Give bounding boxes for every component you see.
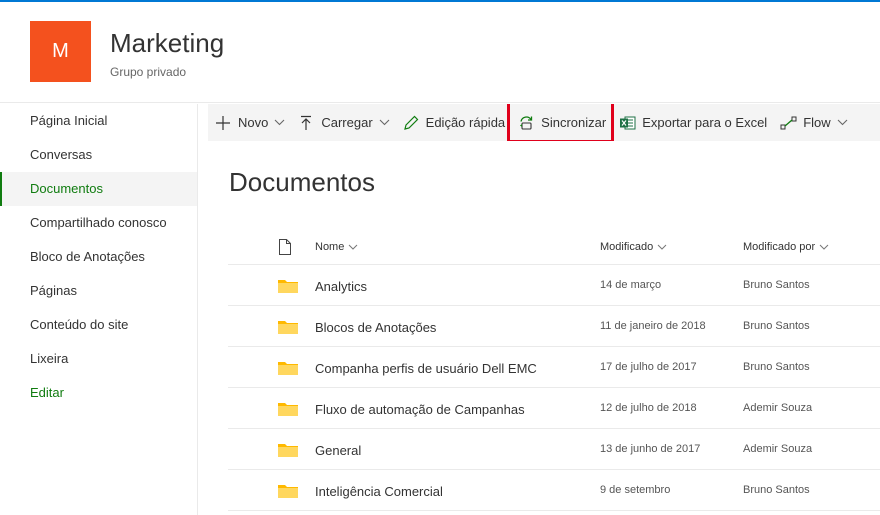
row-modified: 9 de setembro xyxy=(600,484,671,496)
page-title: Documentos xyxy=(229,167,375,197)
folder-icon xyxy=(278,279,298,298)
nav-item-notebook[interactable]: Bloco de Anotações xyxy=(0,240,197,274)
quick-edit-button-label: Edição rápida xyxy=(425,115,506,130)
nav-item-recycle-bin[interactable]: Lixeira xyxy=(0,342,197,376)
file-type-icon[interactable] xyxy=(278,239,292,258)
list-row[interactable]: Blocos de Anotações 11 de janeiro de 201… xyxy=(228,306,880,347)
upload-button[interactable]: Carregar xyxy=(291,104,395,141)
export-to-excel-label: Exportar para o Excel xyxy=(642,115,768,130)
row-modified-by: Ademir Souza xyxy=(743,402,813,414)
row-name[interactable]: Fluxo de automação de Campanhas xyxy=(315,402,525,417)
document-list: Nome Modificado Modificado por Analytics… xyxy=(228,226,880,511)
quick-edit-button[interactable]: Edição rápida xyxy=(396,104,512,141)
row-modified: 11 de janeiro de 2018 xyxy=(600,320,706,332)
new-button[interactable]: Novo xyxy=(208,104,291,141)
export-to-excel-button[interactable]: Exportar para o Excel xyxy=(612,104,773,141)
row-modified-by: Bruno Santos xyxy=(743,361,810,373)
column-header-name-label: Nome xyxy=(315,241,345,253)
nav-item-home[interactable]: Página Inicial xyxy=(0,104,197,138)
excel-icon xyxy=(618,114,636,132)
chevron-down-icon xyxy=(819,244,829,250)
nav-item-conversations[interactable]: Conversas xyxy=(0,138,197,172)
site-logo[interactable]: M xyxy=(30,21,91,82)
list-row[interactable]: Fluxo de automação de Campanhas 12 de ju… xyxy=(228,388,880,429)
folder-icon xyxy=(278,443,298,462)
sync-icon xyxy=(517,114,535,132)
flow-icon xyxy=(779,114,797,132)
nav-item-pages[interactable]: Páginas xyxy=(0,274,197,308)
row-name[interactable]: Blocos de Anotações xyxy=(315,320,436,335)
upload-icon xyxy=(297,114,315,132)
column-header-modified-label: Modificado xyxy=(600,241,654,253)
row-modified: 17 de julho de 2017 xyxy=(600,361,697,373)
nav-edit-link[interactable]: Editar xyxy=(0,376,197,410)
list-row[interactable]: Inteligência Comercial 9 de setembro Bru… xyxy=(228,470,880,511)
pencil-icon xyxy=(402,114,420,132)
column-header-name[interactable]: Nome xyxy=(315,241,358,253)
row-modified-by: Bruno Santos xyxy=(743,484,810,496)
folder-icon xyxy=(278,402,298,421)
site-title[interactable]: Marketing xyxy=(110,28,224,59)
row-modified-by: Bruno Santos xyxy=(743,279,810,291)
row-name[interactable]: Analytics xyxy=(315,279,367,294)
row-modified: 12 de julho de 2018 xyxy=(600,402,697,414)
folder-icon xyxy=(278,320,298,339)
sync-button-label: Sincronizar xyxy=(541,115,607,130)
chevron-down-icon xyxy=(348,244,358,250)
column-header-modified[interactable]: Modificado xyxy=(600,241,667,253)
flow-button[interactable]: Flow xyxy=(773,104,853,141)
row-name[interactable]: Companha perfis de usuário Dell EMC xyxy=(315,361,537,376)
nav-item-site-contents[interactable]: Conteúdo do site xyxy=(0,308,197,342)
sync-button[interactable]: Sincronizar xyxy=(507,104,615,141)
row-name[interactable]: General xyxy=(315,443,361,458)
chevron-down-icon xyxy=(657,244,667,250)
row-modified: 13 de junho de 2017 xyxy=(600,443,701,455)
nav-item-documents[interactable]: Documentos xyxy=(0,172,197,206)
nav-item-shared-with-us[interactable]: Compartilhado conosco xyxy=(0,206,197,240)
flow-button-label: Flow xyxy=(803,115,831,130)
folder-icon xyxy=(278,361,298,380)
new-button-label: Novo xyxy=(238,115,269,130)
chevron-down-icon xyxy=(274,119,285,126)
row-modified: 14 de março xyxy=(600,279,662,291)
upload-button-label: Carregar xyxy=(321,115,373,130)
list-row[interactable]: General 13 de junho de 2017 Ademir Souza xyxy=(228,429,880,470)
site-subtitle: Grupo privado xyxy=(110,65,187,79)
row-name[interactable]: Inteligência Comercial xyxy=(315,484,443,499)
folder-icon xyxy=(278,484,298,503)
list-row[interactable]: Analytics 14 de março Bruno Santos xyxy=(228,265,880,306)
column-header-modified-by[interactable]: Modificado por xyxy=(743,241,829,253)
row-modified-by: Ademir Souza xyxy=(743,443,813,455)
list-row[interactable]: Companha perfis de usuário Dell EMC 17 d… xyxy=(228,347,880,388)
list-header: Nome Modificado Modificado por xyxy=(228,226,880,265)
site-header: M Marketing Grupo privado xyxy=(0,2,880,103)
column-header-modified-by-label: Modificado por xyxy=(743,241,816,253)
left-navigation: Página Inicial Conversas Documentos Comp… xyxy=(0,104,198,515)
row-modified-by: Bruno Santos xyxy=(743,320,810,332)
plus-icon xyxy=(214,114,232,132)
chevron-down-icon xyxy=(379,119,390,126)
command-bar: Novo Carregar Edição rápida Sincronizar … xyxy=(208,104,880,141)
chevron-down-icon xyxy=(837,119,848,126)
